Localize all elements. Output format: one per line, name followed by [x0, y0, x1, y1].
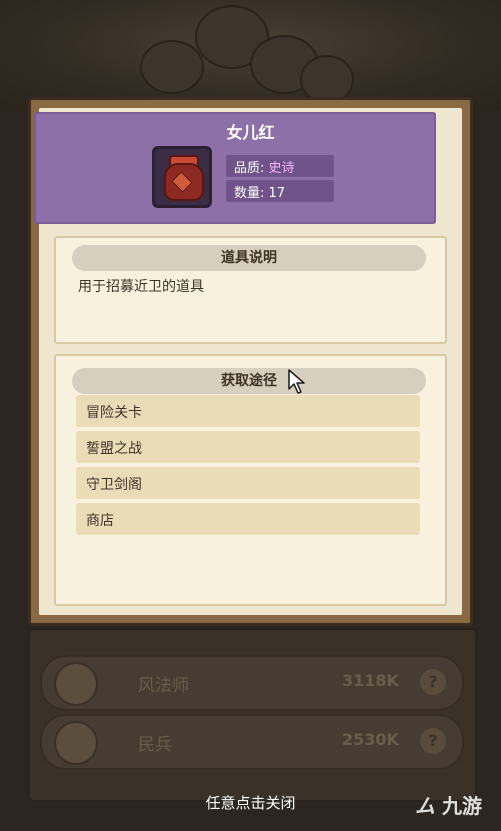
hero-name: 民兵 — [138, 735, 172, 755]
source-item-label: 冒险关卡 — [86, 405, 142, 421]
help-icon: ? — [420, 669, 446, 695]
item-name: 女儿红 — [226, 123, 275, 142]
hero-power: 3118K — [342, 671, 399, 690]
description-text: 用于招募近卫的道具 — [78, 279, 204, 295]
source-item-adventure[interactable]: 冒险关卡 — [76, 395, 420, 427]
quality-row: 品质: 史诗 — [226, 155, 334, 177]
source-item-shop[interactable]: 商店 — [76, 503, 420, 535]
quantity-label: 数量: — [234, 186, 265, 201]
watermark-mark: ム — [415, 794, 435, 818]
source-item-oath-battle[interactable]: 誓盟之战 — [76, 431, 420, 463]
source-item-label: 商店 — [86, 513, 114, 529]
hero-name: 风法师 — [138, 676, 189, 696]
source-item-label: 誓盟之战 — [86, 441, 142, 457]
sources-header: 获取途径 — [72, 368, 426, 394]
avatar — [54, 662, 98, 706]
quantity-row: 数量: 17 — [226, 180, 334, 202]
quality-value: 史诗 — [268, 161, 295, 176]
watermark-text: 九游 — [441, 794, 482, 818]
help-icon: ? — [420, 728, 446, 754]
item-icon-frame — [152, 146, 212, 208]
hero-power: 2530K — [342, 730, 399, 749]
quality-label: 品质: — [234, 161, 265, 176]
mouse-cursor-icon — [288, 369, 305, 394]
watermark-logo: ム 九游 — [415, 790, 482, 819]
quantity-value: 17 — [268, 186, 286, 201]
background-list-row: 民兵 2530K ? — [40, 714, 464, 770]
background-scene — [0, 0, 501, 110]
background-list-row: 风法师 3118K ? — [40, 655, 464, 711]
description-header: 道具说明 — [72, 245, 426, 271]
source-item-guard-jiange[interactable]: 守卫剑阁 — [76, 467, 420, 499]
background-character — [140, 40, 204, 94]
source-item-label: 守卫剑阁 — [86, 477, 142, 493]
avatar — [54, 721, 98, 765]
